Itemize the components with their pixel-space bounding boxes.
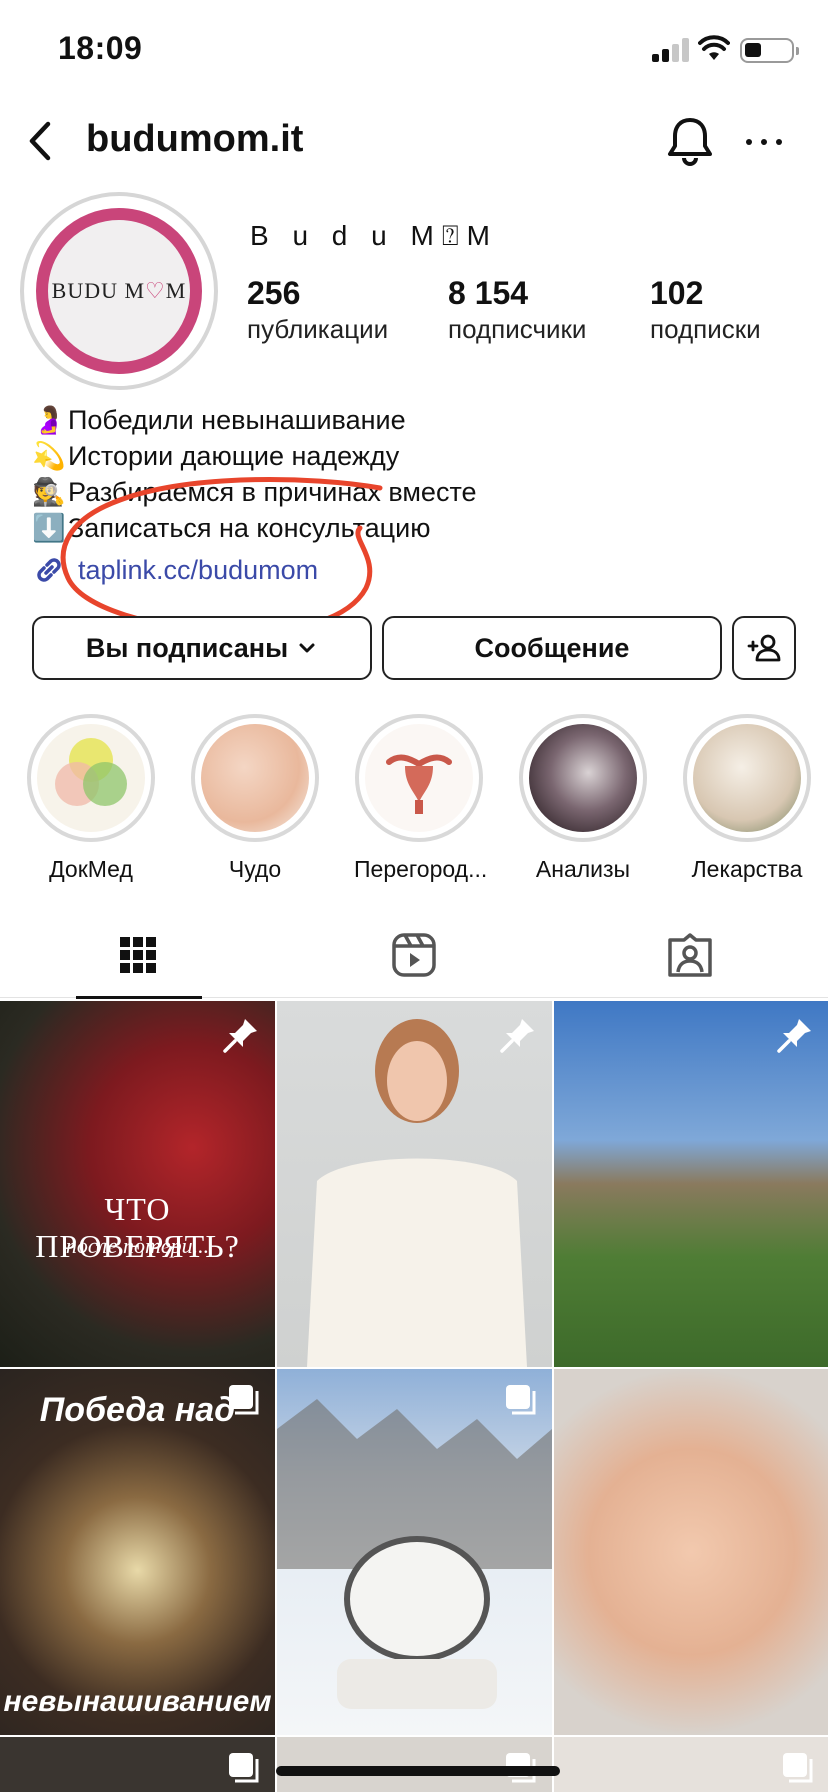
- status-time: 18:09: [58, 30, 143, 66]
- stat-followers[interactable]: 8 154 подписчики: [448, 275, 586, 345]
- home-indicator[interactable]: [276, 1766, 560, 1776]
- uterus-illustration: [386, 754, 452, 814]
- highlight-chudo[interactable]: Чудо: [190, 714, 320, 883]
- status-bar: 18:09: [0, 0, 828, 100]
- stat-following[interactable]: 102 подписки: [650, 275, 761, 345]
- post-tile[interactable]: [277, 1001, 552, 1367]
- bell-icon[interactable]: [664, 114, 716, 168]
- highlight-peregorodka[interactable]: Перегород...: [354, 714, 487, 883]
- tagged-user-icon: [668, 933, 712, 977]
- pin-icon: [777, 1019, 811, 1053]
- post-tile[interactable]: ЧТО ПРОВЕРЯТЬ? после потери...: [0, 1001, 275, 1367]
- tab-tagged[interactable]: [552, 912, 828, 998]
- battery-icon: [740, 38, 799, 63]
- highlight-analizy[interactable]: Анализы: [518, 714, 648, 883]
- profile-tabs: [0, 912, 828, 999]
- post-tile[interactable]: [0, 1737, 275, 1792]
- back-icon[interactable]: [22, 116, 62, 166]
- tab-reels[interactable]: [276, 912, 552, 998]
- tab-posts-grid[interactable]: [0, 912, 276, 999]
- post-tile[interactable]: [277, 1737, 552, 1792]
- avatar-logo: BUDU M♡M: [51, 278, 187, 303]
- wifi-icon: [698, 35, 730, 60]
- avatar[interactable]: BUDU M♡M: [20, 192, 218, 390]
- more-options-icon[interactable]: [744, 136, 784, 148]
- stroller-photo: [277, 1399, 552, 1709]
- carousel-icon: [229, 1753, 259, 1783]
- reels-icon: [392, 933, 436, 977]
- post-tile[interactable]: [554, 1001, 828, 1367]
- carousel-icon: [783, 1753, 813, 1783]
- following-button[interactable]: Вы подписаны: [32, 616, 372, 680]
- message-button[interactable]: Сообщение: [382, 616, 722, 680]
- post-tile[interactable]: [554, 1737, 828, 1792]
- highlight-lekarstva[interactable]: Лекарства: [682, 714, 812, 883]
- grid-icon: [120, 937, 156, 973]
- highlight-dokmed[interactable]: ДокМед: [26, 714, 156, 883]
- add-person-icon: [747, 634, 781, 662]
- pin-icon: [223, 1019, 257, 1053]
- suggest-users-button[interactable]: [732, 616, 796, 680]
- stat-posts[interactable]: 256 публикации: [247, 275, 388, 345]
- bio-line: 🤰Победили невынашивание: [32, 405, 406, 435]
- venn-diagram-image: [55, 738, 127, 806]
- chevron-down-icon: [299, 643, 315, 653]
- post-tile[interactable]: [554, 1369, 828, 1735]
- display-name: B u d u M⍰M: [250, 220, 498, 251]
- cellular-signal-icon: [652, 38, 690, 62]
- profile-username: budumom.it: [86, 118, 304, 160]
- portrait-photo: [307, 1019, 527, 1367]
- profile-header: budumom.it: [0, 100, 828, 182]
- post-tile[interactable]: Победа над невынашиванием: [0, 1369, 275, 1735]
- post-tile[interactable]: [277, 1369, 552, 1735]
